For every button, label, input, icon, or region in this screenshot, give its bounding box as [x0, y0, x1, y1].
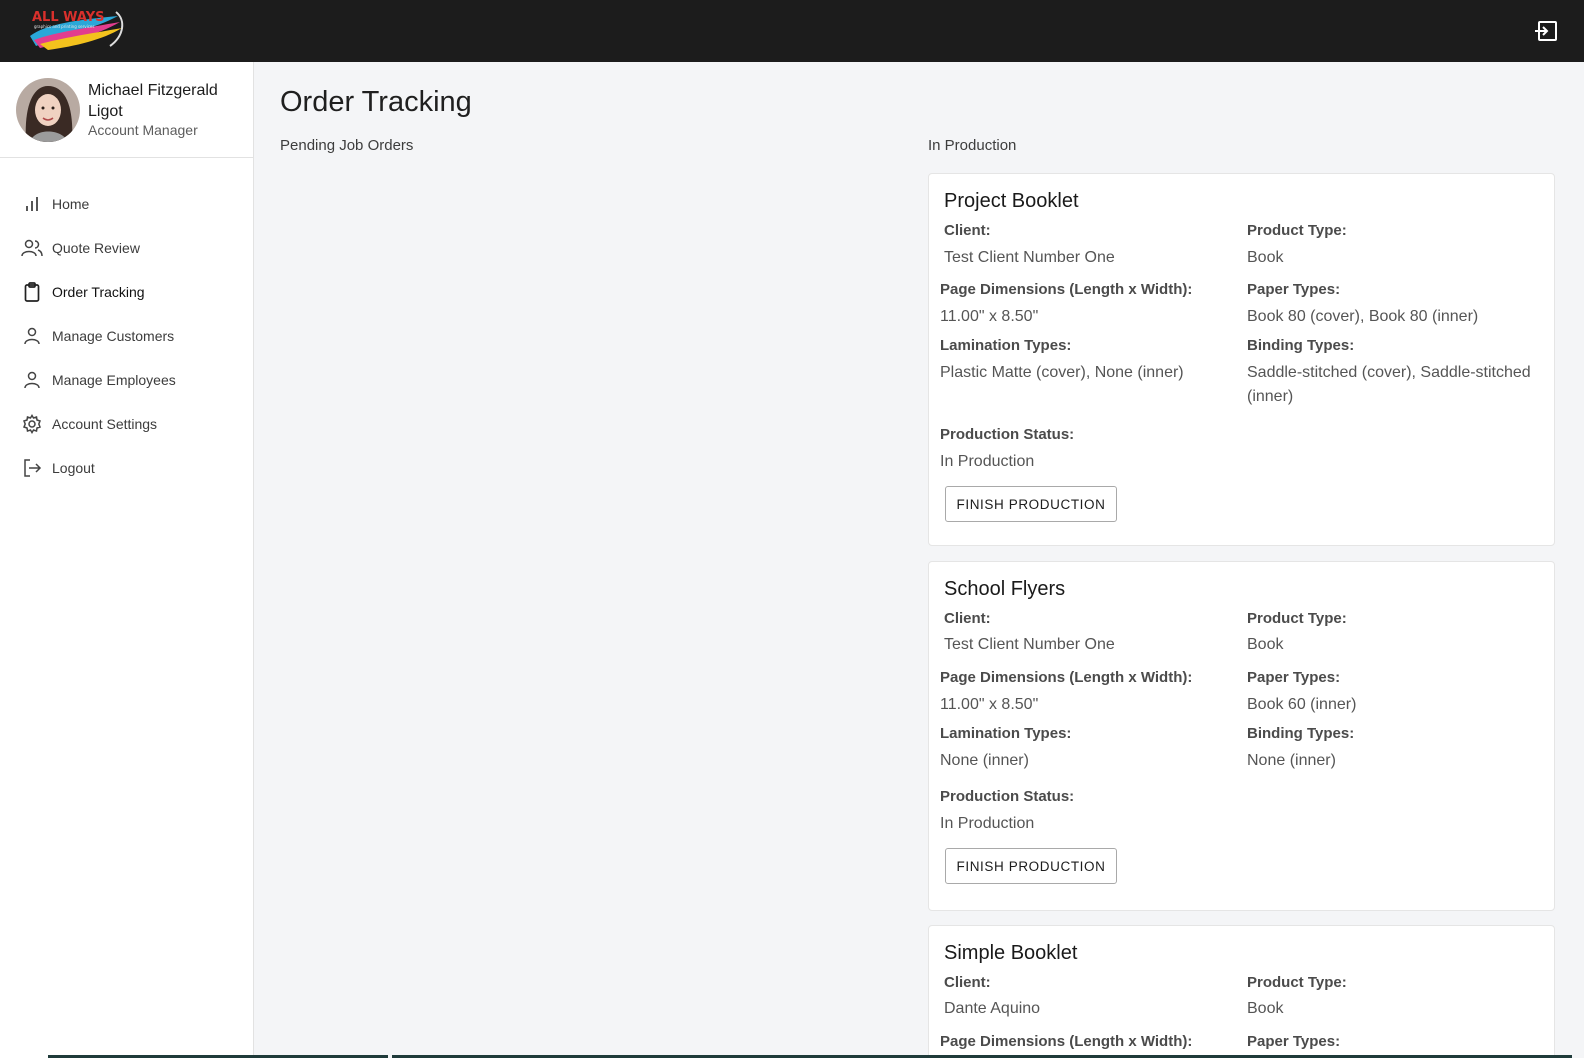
nav-item-label: Order Tracking: [52, 284, 145, 300]
paper-types-label: Paper Types:: [1247, 669, 1341, 686]
product-type-value: Book: [1247, 636, 1284, 653]
nav-item-logout[interactable]: Logout: [20, 452, 240, 484]
person-icon: [20, 324, 44, 348]
product-type-label: Product Type:: [1247, 610, 1347, 627]
order-title: Project Booklet: [944, 190, 1079, 212]
page-dimensions-label: Page Dimensions (Length x Width):: [940, 669, 1193, 686]
paper-types-label: Paper Types:: [1247, 281, 1341, 298]
client-label: Client:: [944, 610, 991, 627]
user-name: Michael Fitzgerald Ligot: [88, 82, 218, 120]
page-dimensions-value: 11.00" x 8.50": [940, 696, 1039, 713]
nav-item-manage-employees[interactable]: Manage Employees: [20, 364, 240, 396]
company-logo[interactable]: ALL WAYS graphics and printing services: [26, 6, 126, 52]
production-status-label: Production Status:: [940, 426, 1075, 443]
product-type-label: Product Type:: [1247, 974, 1347, 991]
binding-types-label: Binding Types:: [1247, 337, 1355, 354]
product-type-value: Book: [1247, 249, 1284, 266]
binding-types-value: Saddle-stitched (cover), Saddle-stitched…: [1247, 364, 1531, 405]
svg-text:graphics and printing services: graphics and printing services: [34, 24, 94, 29]
finish-production-button[interactable]: FINISH PRODUCTION: [945, 486, 1117, 522]
production-status-label: Production Status:: [940, 788, 1075, 805]
page-dimensions-value: 11.00" x 8.50": [940, 308, 1039, 325]
clipboard-icon: [20, 280, 44, 304]
binding-types-value: None (inner): [1247, 752, 1336, 769]
client-value: Test Client Number One: [944, 249, 1115, 266]
nav-item-quote-review[interactable]: Quote Review: [20, 232, 240, 264]
nav-item-order-tracking[interactable]: Order Tracking: [20, 276, 240, 308]
gear-icon: [20, 412, 44, 436]
order-card: Project Booklet Client: Test Client Numb…: [928, 173, 1555, 546]
client-value: Dante Aquino: [944, 1000, 1041, 1017]
lamination-types-label: Lamination Types:: [940, 725, 1072, 742]
nav-item-label: Manage Employees: [52, 372, 176, 388]
client-value: Test Client Number One: [944, 636, 1115, 653]
logout-icon[interactable]: [1534, 20, 1558, 42]
user-role: Account Manager: [88, 122, 198, 138]
order-title: School Flyers: [944, 578, 1066, 600]
nav-item-account-settings[interactable]: Account Settings: [20, 408, 240, 440]
pending-orders-heading: Pending Job Orders: [280, 137, 414, 154]
order-card: Simple Booklet Client: Dante Aquino Prod…: [928, 925, 1555, 1058]
client-label: Client:: [944, 222, 991, 239]
paper-types-value: Book 60 (inner): [1247, 696, 1357, 713]
paper-types-label: Paper Types:: [1247, 1033, 1341, 1050]
finish-production-button[interactable]: FINISH PRODUCTION: [945, 848, 1117, 884]
bar-chart-icon: [20, 192, 44, 216]
avatar[interactable]: [16, 78, 80, 142]
page-title: Order Tracking: [280, 86, 472, 118]
nav-item-label: Logout: [52, 460, 95, 476]
nav-item-label: Quote Review: [52, 240, 140, 256]
in-production-heading: In Production: [928, 137, 1017, 154]
person-icon: [20, 368, 44, 392]
logout-icon: [20, 456, 44, 480]
page-dimensions-label: Page Dimensions (Length x Width):: [940, 281, 1193, 298]
nav-item-home[interactable]: Home: [20, 188, 240, 220]
lamination-types-value: Plastic Matte (cover), None (inner): [940, 364, 1184, 381]
lamination-types-value: None (inner): [940, 752, 1029, 769]
top-bar: ALL WAYS graphics and printing services: [0, 0, 1584, 62]
order-card: School Flyers Client: Test Client Number…: [928, 561, 1555, 911]
users-icon: [20, 236, 44, 260]
order-title: Simple Booklet: [944, 942, 1078, 964]
product-type-label: Product Type:: [1247, 222, 1347, 239]
nav-item-label: Home: [52, 196, 90, 212]
product-type-value: Book: [1247, 1000, 1284, 1017]
sidebar: Michael Fitzgerald Ligot Account Manager…: [0, 62, 254, 1058]
client-label: Client:: [944, 974, 991, 991]
svg-text:ALL WAYS: ALL WAYS: [32, 10, 105, 25]
nav-item-manage-customers[interactable]: Manage Customers: [20, 320, 240, 352]
paper-types-value: Book 80 (cover), Book 80 (inner): [1247, 308, 1479, 325]
page-dimensions-label: Page Dimensions (Length x Width):: [940, 1033, 1193, 1050]
binding-types-label: Binding Types:: [1247, 725, 1355, 742]
production-status-value: In Production: [940, 815, 1035, 832]
user-profile: Michael Fitzgerald Ligot Account Manager: [0, 62, 253, 158]
lamination-types-label: Lamination Types:: [940, 337, 1072, 354]
nav-item-label: Manage Customers: [52, 328, 175, 344]
production-status-value: In Production: [940, 453, 1035, 470]
nav-item-label: Account Settings: [52, 416, 158, 432]
